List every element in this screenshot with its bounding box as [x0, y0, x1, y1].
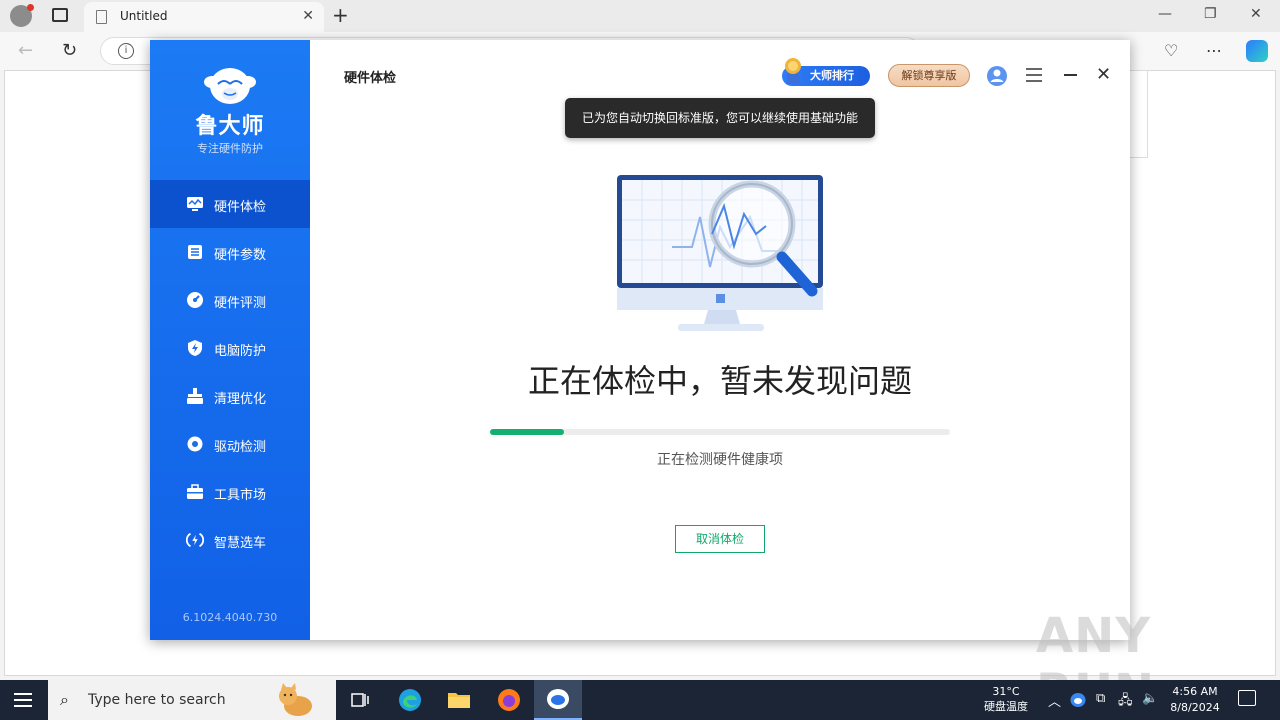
- driver-gear-icon: [186, 435, 204, 453]
- search-highlight-cat-icon: [279, 683, 312, 716]
- hardware-params-icon: [186, 243, 204, 261]
- new-tab-icon[interactable]: +: [332, 3, 349, 27]
- toast-tooltip: 已为您自动切换回标准版，您可以继续使用基础功能: [565, 98, 875, 138]
- page-title: 硬件体检: [344, 71, 397, 86]
- browser-tab-bar: Untitled ✕ + — ❐ ✕: [0, 0, 1280, 32]
- sidebar-item-smart-car[interactable]: 智慧选车: [150, 516, 310, 564]
- firefox-taskbar-button[interactable]: [485, 680, 533, 720]
- scan-substatus: 正在检测硬件健康项: [657, 452, 783, 468]
- sidebar-menu: 硬件体检 硬件参数 硬件评测 电脑防护 清理优化 驱动检测 工具市场 智慧选车: [150, 180, 310, 564]
- toolbox-icon: [186, 483, 204, 501]
- windows-taskbar: ⌕ Type here to search 31°C 硬盘温度 ︿ ⧉ 🖧 🔈 …: [0, 680, 1280, 720]
- shield-icon: [186, 339, 204, 357]
- ludashi-tray-icon[interactable]: [1070, 692, 1086, 708]
- disk-temp-widget[interactable]: 31°C 硬盘温度: [984, 684, 1028, 714]
- device-icon[interactable]: ⧉: [1096, 691, 1105, 706]
- tray-overflow-icon[interactable]: ︿: [1048, 691, 1061, 710]
- sidebar-item-hardware-check[interactable]: 硬件体检: [150, 180, 310, 228]
- window-close-icon[interactable]: ✕: [1250, 6, 1262, 22]
- brand-name: 鲁大师: [195, 114, 265, 139]
- tab-title: Untitled: [120, 9, 168, 23]
- clock-date: 8/8/2024: [1170, 701, 1220, 714]
- copilot-icon[interactable]: [1246, 40, 1268, 62]
- tab-actions-icon[interactable]: [52, 8, 68, 22]
- task-view-icon: [351, 693, 369, 707]
- site-info-icon[interactable]: i: [118, 43, 134, 59]
- version-label: 6.1024.4040.730: [182, 611, 278, 624]
- volume-icon[interactable]: 🔈: [1142, 691, 1158, 706]
- sidebar-item-driver[interactable]: 驱动检测: [150, 420, 310, 468]
- browser-tab[interactable]: Untitled ✕: [84, 2, 324, 32]
- sidebar-item-label: 硬件参数: [214, 248, 267, 263]
- window-minimize-icon[interactable]: —: [1158, 6, 1172, 22]
- folder-icon: [448, 693, 470, 708]
- sidebar-item-label: 智慧选车: [214, 536, 267, 551]
- unlock-premium-button[interactable]: 解锁尊享版: [888, 64, 970, 87]
- refresh-icon[interactable]: ↻: [62, 40, 77, 61]
- sidebar-item-cleanup[interactable]: 清理优化: [150, 372, 310, 420]
- benchmark-icon: [186, 291, 204, 309]
- sidebar: 鲁大师 专注硬件防护 硬件体检 硬件参数 硬件评测 电脑防护 清理优化 驱动检测…: [150, 40, 310, 640]
- task-view-button[interactable]: [336, 680, 384, 720]
- search-placeholder: Type here to search: [88, 692, 226, 708]
- brand-slogan: 专注硬件防护: [197, 142, 263, 155]
- app-close-icon[interactable]: ✕: [1096, 66, 1111, 84]
- master-rank-label: 大师排行: [810, 69, 854, 82]
- system-clock[interactable]: 4:56 AM 8/8/2024: [1168, 684, 1222, 716]
- sidebar-item-protection[interactable]: 电脑防护: [150, 324, 310, 372]
- sidebar-item-label: 驱动检测: [214, 440, 267, 455]
- sidebar-item-label: 工具市场: [214, 488, 267, 503]
- scan-status-title: 正在体检中，暂未发现问题: [527, 362, 912, 400]
- disk-temp-label: 硬盘温度: [984, 700, 1028, 713]
- notification-center-icon[interactable]: [1238, 690, 1256, 706]
- extension-icon[interactable]: ♡: [1164, 41, 1178, 60]
- file-explorer-button[interactable]: [435, 680, 483, 720]
- search-icon: ⌕: [60, 690, 69, 709]
- background-panel: [1128, 70, 1148, 158]
- page-icon: [96, 10, 107, 24]
- sidebar-item-toolbox[interactable]: 工具市场: [150, 468, 310, 516]
- scan-progress-fill: [490, 429, 564, 435]
- user-avatar-icon[interactable]: [986, 65, 1008, 87]
- sidebar-item-label: 电脑防护: [214, 344, 267, 359]
- ludashi-logo-icon: [204, 68, 256, 104]
- sidebar-item-benchmark[interactable]: 硬件评测: [150, 276, 310, 324]
- taskbar-search-box[interactable]: ⌕ Type here to search: [48, 680, 336, 720]
- ludashi-app-icon: [547, 689, 569, 709]
- cancel-scan-button[interactable]: 取消体检: [675, 525, 765, 553]
- edge-taskbar-button[interactable]: [386, 680, 434, 720]
- disk-temp-value: 31°C: [992, 685, 1020, 698]
- app-minimize-icon[interactable]: [1064, 74, 1077, 76]
- edge-icon: [399, 689, 421, 711]
- monitor-magnifier-illustration: [617, 175, 823, 331]
- profile-avatar-icon[interactable]: [10, 4, 34, 27]
- more-options-icon[interactable]: ⋯: [1206, 41, 1222, 60]
- hamburger-menu-icon[interactable]: [1026, 68, 1042, 82]
- start-menu-icon[interactable]: [14, 692, 32, 708]
- sidebar-item-label: 硬件体检: [214, 200, 267, 215]
- sidebar-item-hardware-params[interactable]: 硬件参数: [150, 228, 310, 276]
- sidebar-item-label: 硬件评测: [214, 296, 267, 311]
- back-icon[interactable]: ←: [18, 40, 33, 61]
- clock-time: 4:56 AM: [1172, 685, 1218, 698]
- smart-car-icon: [186, 531, 204, 549]
- scan-progress-bar: [490, 429, 950, 435]
- tab-close-icon[interactable]: ✕: [302, 8, 314, 24]
- window-restore-icon[interactable]: ❐: [1204, 6, 1217, 22]
- hardware-check-icon: [186, 195, 204, 213]
- trophy-medal-icon: [785, 58, 801, 84]
- firefox-icon: [498, 689, 520, 711]
- ludashi-window: 鲁大师 专注硬件防护 硬件体检 硬件参数 硬件评测 电脑防护 清理优化 驱动检测…: [150, 40, 1130, 640]
- sidebar-item-label: 清理优化: [214, 392, 267, 407]
- ludashi-taskbar-button[interactable]: [534, 680, 582, 720]
- network-icon[interactable]: 🖧: [1118, 691, 1133, 713]
- broom-icon: [186, 387, 204, 405]
